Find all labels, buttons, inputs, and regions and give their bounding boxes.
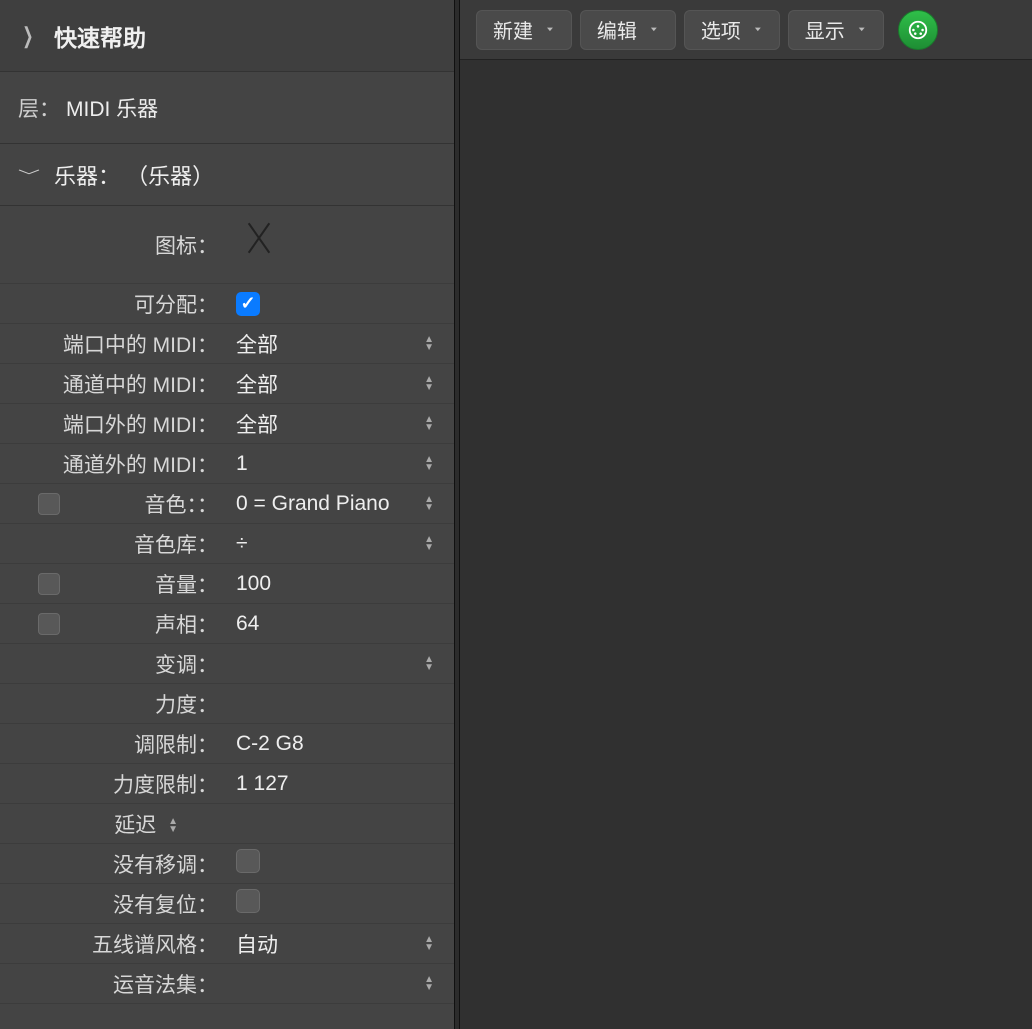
row-velocity[interactable]: 力度：	[0, 684, 454, 724]
delay-label: 延迟	[0, 809, 184, 839]
layer-value: MIDI 乐器	[66, 93, 158, 123]
row-volume[interactable]: 音量： 100	[0, 564, 454, 604]
key-limit-label: 调限制：	[0, 729, 224, 759]
midi-in-port-value: 全部	[224, 329, 428, 359]
no-reset-label: 没有复位：	[0, 889, 224, 919]
stepper-icon[interactable]	[168, 818, 178, 834]
row-key-limit[interactable]: 调限制： C-2 G8	[0, 724, 454, 764]
chevron-down-icon: ▼	[545, 26, 555, 33]
view-menu[interactable]: 显示 ▼	[788, 10, 884, 50]
staff-style-label: 五线谱风格：	[0, 929, 224, 959]
instrument-section-header[interactable]: ﹀ 乐器： （乐器）	[0, 144, 454, 206]
instrument-section-value: （乐器）	[126, 164, 214, 189]
stepper-icon[interactable]	[424, 976, 434, 992]
midi-in-channel-value: 全部	[224, 369, 428, 399]
chevron-down-icon: ▼	[753, 26, 763, 33]
pan-enable-checkbox[interactable]	[38, 613, 60, 635]
velocity-label: 力度：	[0, 689, 224, 719]
stepper-icon[interactable]	[424, 536, 434, 552]
environment-canvas[interactable]: （乐器）	[460, 60, 1032, 1029]
program-enable-checkbox[interactable]	[38, 493, 60, 515]
key-limit-value: C-2 G8	[224, 732, 428, 756]
midi-out-channel-label: 通道外的 MIDI：	[0, 449, 224, 479]
assignable-label: 可分配：	[0, 289, 224, 319]
bank-value: ÷	[224, 532, 428, 556]
row-assignable: 可分配：	[0, 284, 454, 324]
chevron-down-icon: ▼	[649, 26, 659, 33]
inspector-sidebar: ❯ 快速帮助 层： MIDI 乐器 ﹀ 乐器： （乐器） 图标： 可分配	[0, 0, 454, 1029]
articulation-label: 运音法集：	[0, 969, 224, 999]
midi-out-port-label: 端口外的 MIDI：	[0, 409, 224, 439]
no-transpose-label: 没有移调：	[0, 849, 224, 879]
layer-label: 层：	[18, 93, 60, 123]
quick-help-title: 快速帮助	[54, 19, 146, 53]
row-no-reset: 没有复位：	[0, 884, 454, 924]
stepper-icon[interactable]	[424, 496, 434, 512]
program-value: 0 = Grand Piano	[224, 492, 428, 516]
edit-menu[interactable]: 编辑 ▼	[580, 10, 676, 50]
instrument-section-label: 乐器：	[54, 164, 120, 189]
stepper-icon[interactable]	[424, 456, 434, 472]
chevron-down-icon: ﹀	[18, 165, 40, 184]
layer-row[interactable]: 层： MIDI 乐器	[0, 72, 454, 144]
row-delay[interactable]: 延迟	[0, 804, 454, 844]
row-transpose[interactable]: 变调：	[0, 644, 454, 684]
row-articulation-set[interactable]: 运音法集：	[0, 964, 454, 1004]
transpose-label: 变调：	[0, 649, 224, 679]
row-no-transpose: 没有移调：	[0, 844, 454, 884]
row-staff-style[interactable]: 五线谱风格： 自动	[0, 924, 454, 964]
stepper-icon[interactable]	[424, 336, 434, 352]
volume-label: 音量：	[0, 569, 224, 599]
volume-enable-checkbox[interactable]	[38, 573, 60, 595]
stepper-icon[interactable]	[424, 416, 434, 432]
midi-out-port-value: 全部	[224, 409, 428, 439]
vel-limit-label: 力度限制：	[0, 769, 224, 799]
options-menu[interactable]: 选项 ▼	[684, 10, 780, 50]
row-icon[interactable]: 图标：	[0, 206, 454, 284]
midi-out-channel-value: 1	[224, 452, 428, 476]
midi-plug-icon	[907, 19, 929, 41]
row-vel-limit[interactable]: 力度限制： 1 127	[0, 764, 454, 804]
vel-limit-value: 1 127	[224, 772, 428, 796]
stepper-icon[interactable]	[424, 936, 434, 952]
chevron-down-icon: ▼	[857, 26, 867, 33]
no-reset-checkbox[interactable]	[236, 889, 260, 913]
staff-style-value: 自动	[224, 929, 428, 959]
pan-value: 64	[224, 612, 428, 636]
pan-label: 声相：	[0, 609, 224, 639]
bank-label: 音色库：	[0, 529, 224, 559]
stepper-icon[interactable]	[424, 376, 434, 392]
no-transpose-checkbox[interactable]	[236, 849, 260, 873]
row-pan[interactable]: 声相： 64	[0, 604, 454, 644]
stepper-icon[interactable]	[424, 656, 434, 672]
toolbar: 新建 ▼ 编辑 ▼ 选项 ▼ 显示 ▼	[460, 0, 1032, 60]
new-menu[interactable]: 新建 ▼	[476, 10, 572, 50]
volume-value: 100	[224, 572, 428, 596]
chevron-right-icon: ❯	[22, 23, 35, 49]
row-program[interactable]: 音色：： 0 = Grand Piano	[0, 484, 454, 524]
midi-tool-button[interactable]	[898, 10, 938, 50]
assignable-checkbox[interactable]	[236, 292, 260, 316]
midi-in-channel-label: 通道中的 MIDI：	[0, 369, 224, 399]
icon-label: 图标：	[0, 230, 224, 260]
row-midi-in-channel[interactable]: 通道中的 MIDI： 全部	[0, 364, 454, 404]
row-bank[interactable]: 音色库： ÷	[0, 524, 454, 564]
midi-in-port-label: 端口中的 MIDI：	[0, 329, 224, 359]
environment-pane: 新建 ▼ 编辑 ▼ 选项 ▼ 显示 ▼	[460, 0, 1032, 1029]
row-midi-in-port[interactable]: 端口中的 MIDI： 全部	[0, 324, 454, 364]
row-midi-out-port[interactable]: 端口外的 MIDI： 全部	[0, 404, 454, 444]
quick-help-header[interactable]: ❯ 快速帮助	[0, 0, 454, 72]
row-midi-out-channel[interactable]: 通道外的 MIDI： 1	[0, 444, 454, 484]
program-label: 音色：：	[0, 489, 224, 519]
inspector-rows: 图标： 可分配： 端口中的 MIDI： 全部 通道中的 MIDI： 全部	[0, 206, 454, 1004]
